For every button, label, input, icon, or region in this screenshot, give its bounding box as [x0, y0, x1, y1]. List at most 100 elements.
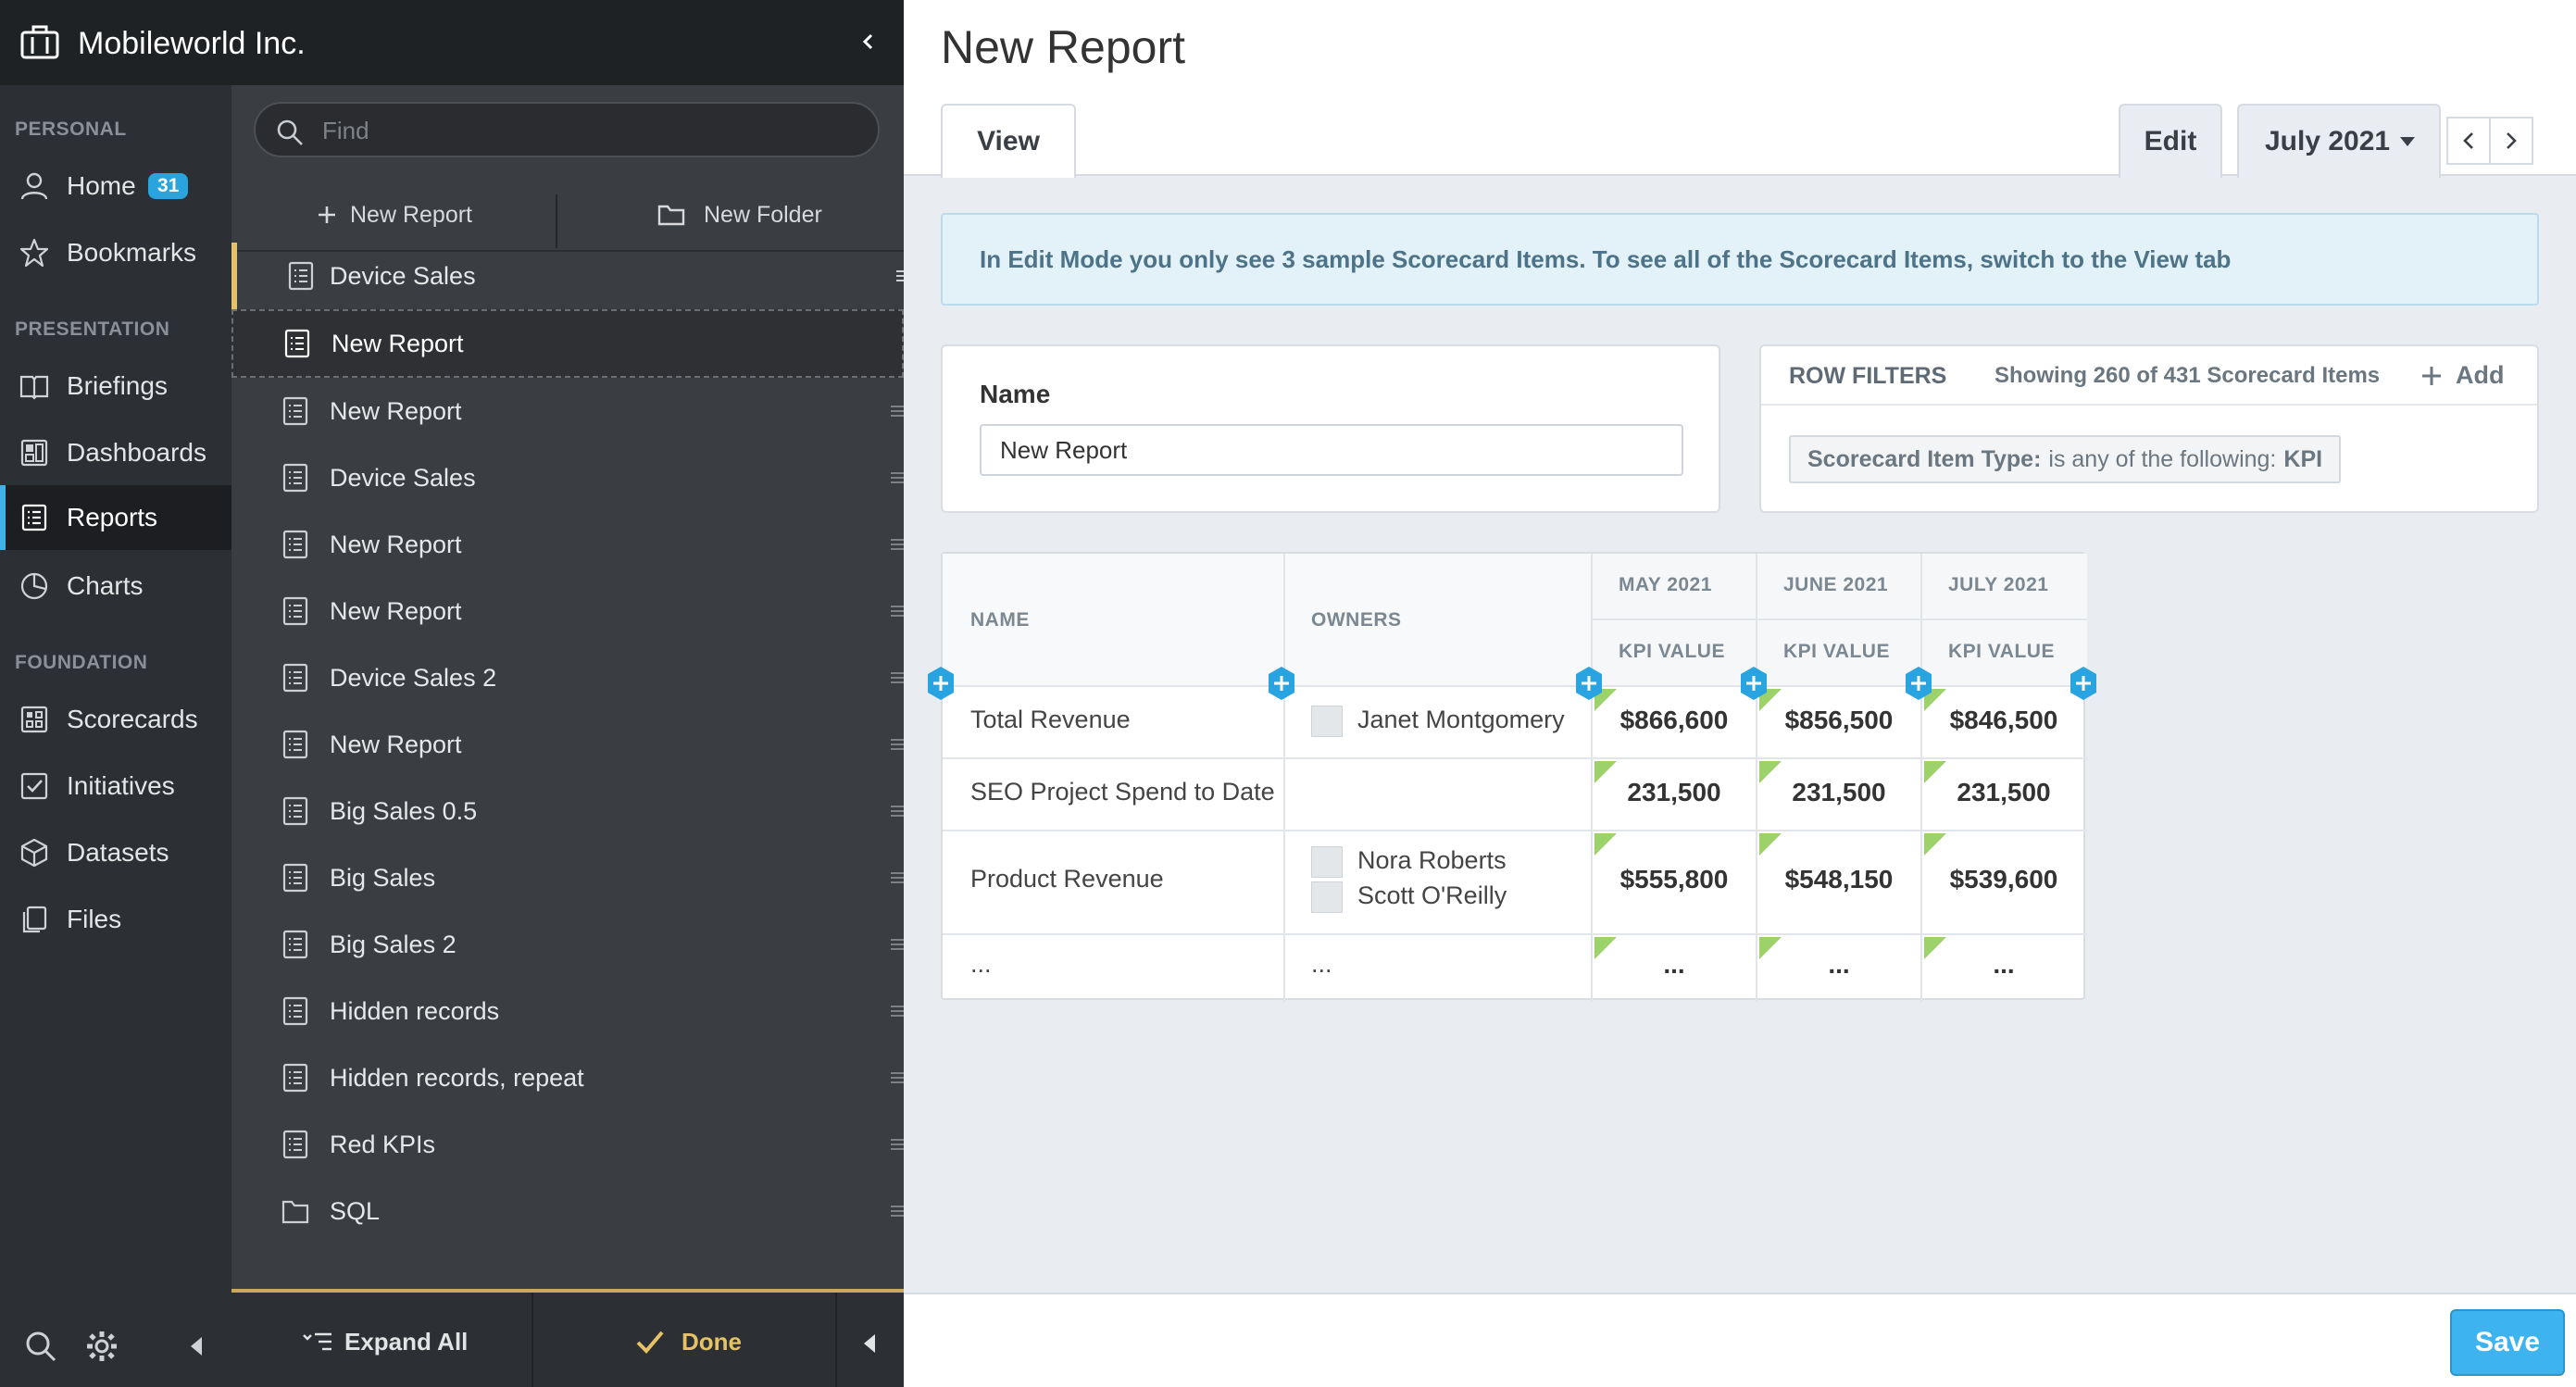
row-divider [943, 757, 2087, 759]
search-placeholder: Find [322, 117, 369, 144]
report-icon [282, 1130, 308, 1159]
add-column-icon[interactable] [926, 666, 956, 701]
nav-item-datasets[interactable]: Datasets [0, 820, 231, 885]
add-column-icon[interactable] [1739, 666, 1769, 701]
expand-all-button[interactable]: Expand All [302, 1293, 468, 1387]
period-selector[interactable]: July 2021 [2237, 104, 2441, 178]
user-icon [20, 172, 48, 200]
row-divider [943, 933, 2087, 935]
list-item-selected[interactable]: New Report [231, 309, 904, 378]
row-owner: ... [1311, 950, 1332, 978]
nav-item-dashboards[interactable]: Dashboards [0, 420, 231, 485]
list-item[interactable]: SQL [231, 1178, 904, 1244]
gear-icon[interactable] [85, 1330, 119, 1363]
nav-item-initiatives[interactable]: Initiatives [0, 754, 231, 818]
drag-handle-icon[interactable] [891, 1001, 904, 1021]
row-filters-title: ROW FILTERS [1789, 363, 1947, 389]
next-period-button[interactable] [2489, 117, 2533, 165]
collapse-panel-icon[interactable] [863, 1333, 876, 1354]
list-item[interactable]: Big Sales 0.5 [231, 778, 904, 844]
list-item[interactable]: Device Sales [231, 243, 909, 309]
drag-handle-icon[interactable] [891, 1201, 904, 1221]
save-button[interactable]: Save [2450, 1309, 2565, 1376]
kpi-value: ... [1663, 950, 1685, 979]
add-column-icon[interactable] [1267, 666, 1296, 701]
kpi-value: $846,500 [1949, 706, 2058, 734]
list-item[interactable]: Big Sales [231, 844, 904, 911]
briefcase-icon [20, 25, 59, 59]
chevron-left-icon [2463, 132, 2473, 149]
row-filters-panel: ROW FILTERS Showing 260 of 431 Scorecard… [1759, 344, 2539, 513]
list-item[interactable]: Device Sales 2 [231, 644, 904, 711]
tab-edit[interactable]: Edit [2119, 104, 2222, 178]
nav-item-files[interactable]: Files [0, 887, 231, 952]
row-name: Total Revenue [970, 706, 1131, 733]
drag-handle-icon[interactable] [891, 868, 904, 888]
filter-chip-value: KPI [2283, 445, 2323, 472]
report-table: NAME OWNERS MAY 2021 JUNE 2021 JULY 2021… [941, 552, 2087, 1002]
new-folder-button[interactable]: New Folder [657, 178, 822, 252]
add-column-icon[interactable] [2069, 666, 2098, 701]
drag-handle-icon[interactable] [891, 401, 904, 421]
report-name-input[interactable]: New Report [980, 424, 1683, 476]
nav-item-charts[interactable]: Charts [0, 554, 231, 619]
list-item[interactable]: Big Sales 2 [231, 911, 904, 978]
report-icon [21, 504, 47, 531]
list-item[interactable]: New Report [231, 711, 904, 778]
nav-item-scorecards[interactable]: Scorecards [0, 687, 231, 752]
drag-handle-icon[interactable] [891, 1068, 904, 1088]
row-owner: Nora Roberts [1357, 846, 1507, 874]
list-item-label: Red KPIs [330, 1130, 436, 1158]
drag-handle-icon[interactable] [891, 1134, 904, 1155]
chevron-left-icon[interactable] [857, 28, 878, 56]
drag-handle-icon[interactable] [891, 801, 904, 821]
drag-handle-icon[interactable] [891, 468, 904, 488]
drag-handle-icon[interactable] [891, 534, 904, 555]
list-item[interactable]: Device Sales [231, 444, 904, 511]
list-item[interactable]: Hidden records [231, 978, 904, 1044]
list-item[interactable]: New Report [231, 578, 904, 644]
report-icon [282, 730, 308, 759]
org-name: Mobileworld Inc. [78, 26, 306, 61]
list-item-label: Big Sales 0.5 [330, 796, 478, 825]
list-item[interactable]: Red KPIs [231, 1111, 904, 1178]
filter-chip[interactable]: Scorecard Item Type: is any of the follo… [1789, 435, 2342, 483]
add-column-icon[interactable] [1574, 666, 1604, 701]
prev-period-button[interactable] [2446, 117, 2491, 165]
nav-item-reports[interactable]: Reports [0, 485, 231, 550]
folder-icon [281, 1200, 309, 1224]
pie-chart-icon [20, 572, 48, 600]
nav-item-briefings[interactable]: Briefings [0, 354, 231, 419]
add-column-icon[interactable] [1904, 666, 1933, 701]
new-report-button[interactable]: New Report [317, 178, 472, 252]
new-report-label: New Report [350, 201, 472, 228]
nav-item-bookmarks[interactable]: Bookmarks [0, 220, 231, 285]
row-filters-count: Showing 260 of 431 Scorecard Items [1995, 363, 2381, 388]
row-owner: Scott O'Reilly [1357, 881, 1507, 909]
kpi-value: 231,500 [1957, 778, 2051, 806]
list-item[interactable]: New Report [231, 378, 904, 444]
drag-handle-icon[interactable] [891, 601, 904, 621]
plus-icon [2422, 366, 2441, 385]
list-item[interactable]: New Report [231, 511, 904, 578]
drag-handle-icon[interactable] [891, 668, 904, 688]
drag-handle-icon[interactable] [891, 734, 904, 755]
list-item[interactable]: Hidden records, repeat [231, 1044, 904, 1111]
nav-item-home[interactable]: Home 31 [0, 154, 231, 219]
list-item-label: New Report [330, 596, 462, 625]
col-subheader-kpi: KPI VALUE [1948, 641, 2055, 662]
search-input[interactable]: Find [254, 102, 880, 157]
row-divider [1591, 619, 2087, 620]
tab-view[interactable]: View [941, 104, 1076, 178]
drag-handle-icon[interactable] [891, 934, 904, 955]
collapse-nav-icon[interactable] [189, 1335, 204, 1357]
search-icon[interactable] [24, 1330, 57, 1363]
add-filter-button[interactable]: Add [2420, 361, 2504, 390]
star-icon [19, 238, 49, 268]
search-icon [277, 119, 303, 145]
report-icon [284, 329, 310, 358]
report-icon [282, 663, 308, 693]
done-button[interactable]: Done [635, 1293, 742, 1387]
tree-actions: New Report New Folder [231, 178, 904, 252]
plus-icon [319, 206, 335, 223]
